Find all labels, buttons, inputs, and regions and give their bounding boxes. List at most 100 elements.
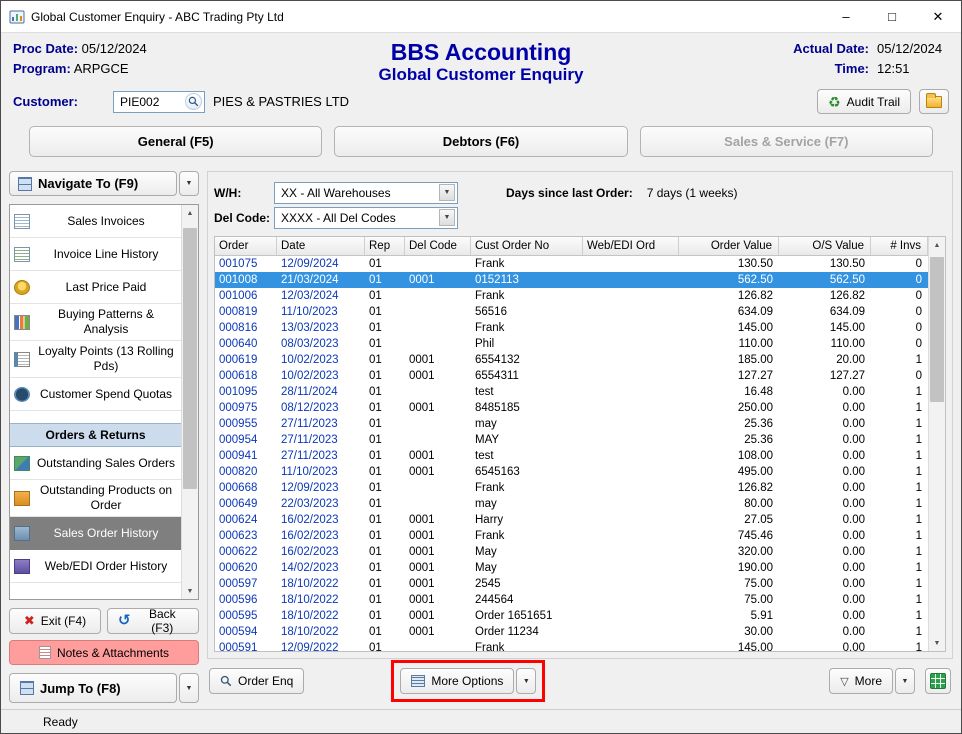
navigate-to-button[interactable]: Navigate To (F9) bbox=[9, 171, 177, 196]
column-header-del-code[interactable]: Del Code bbox=[405, 237, 471, 255]
column-header-order-value[interactable]: Order Value bbox=[679, 237, 779, 255]
table-row[interactable]: 00066812/09/202301Frank126.820.001 bbox=[215, 480, 928, 496]
table-row[interactable]: 00082011/10/20230100016545163495.000.001 bbox=[215, 464, 928, 480]
cell-invs: 0 bbox=[871, 336, 928, 352]
table-row[interactable]: 00095427/11/202301MAY25.360.001 bbox=[215, 432, 928, 448]
table-row[interactable]: 00094127/11/2023010001test108.000.001 bbox=[215, 448, 928, 464]
table-row[interactable]: 00059518/10/2022010001Order 16516515.910… bbox=[215, 608, 928, 624]
table-row[interactable]: 00059618/10/202201000124456475.000.001 bbox=[215, 592, 928, 608]
cell-cust-order-no: 0152113 bbox=[471, 272, 583, 288]
exit-button[interactable]: ✖ Exit (F4) bbox=[9, 608, 101, 634]
cell-invs: 0 bbox=[871, 256, 928, 272]
title-bar[interactable]: Global Customer Enquiry - ABC Trading Pt… bbox=[1, 1, 961, 33]
sidebar-item-loyalty-points-13-rolling-pds[interactable]: Loyalty Points (13 Rolling Pds) bbox=[10, 341, 181, 378]
cell-rep: 01 bbox=[365, 496, 405, 512]
close-button[interactable]: ✕ bbox=[915, 1, 961, 32]
table-row[interactable]: 00081613/03/202301Frank145.00145.000 bbox=[215, 320, 928, 336]
table-row[interactable]: 00100612/03/202401Frank126.82126.820 bbox=[215, 288, 928, 304]
table-row[interactable]: 00064922/03/202301may80.000.001 bbox=[215, 496, 928, 512]
table-row[interactable]: 00059718/10/2022010001254575.000.001 bbox=[215, 576, 928, 592]
page-title: Global Customer Enquiry bbox=[263, 65, 699, 85]
column-header-invs[interactable]: # Invs bbox=[871, 237, 928, 255]
sidebar-item-sales-order-history[interactable]: Sales Order History bbox=[10, 517, 181, 550]
table-row[interactable]: 00109528/11/202401test16.480.001 bbox=[215, 384, 928, 400]
table-row[interactable]: 00061910/02/20230100016554132185.0020.00… bbox=[215, 352, 928, 368]
sidebar-item-buying-patterns-analysis[interactable]: Buying Patterns & Analysis bbox=[10, 304, 181, 341]
table-row[interactable]: 00062416/02/2023010001Harry27.050.001 bbox=[215, 512, 928, 528]
table-row[interactable]: 00095527/11/202301may25.360.001 bbox=[215, 416, 928, 432]
more-dropdown[interactable]: ▼ bbox=[895, 668, 915, 694]
window-title: Global Customer Enquiry - ABC Trading Pt… bbox=[31, 10, 284, 24]
cell-invs: 0 bbox=[871, 368, 928, 384]
column-header-o-s-value[interactable]: O/S Value bbox=[779, 237, 871, 255]
scroll-down-icon[interactable]: ▼ bbox=[929, 635, 945, 651]
more-options-button[interactable]: More Options bbox=[400, 668, 514, 694]
sidebar-scroll-track[interactable] bbox=[182, 221, 198, 583]
cell-o-s-value: 127.27 bbox=[779, 368, 871, 384]
cell-rep: 01 bbox=[365, 608, 405, 624]
table-row[interactable]: 00097508/12/20230100018485185250.000.001 bbox=[215, 400, 928, 416]
column-header-rep[interactable]: Rep bbox=[365, 237, 405, 255]
tab-debtors[interactable]: Debtors (F6) bbox=[334, 126, 627, 157]
scroll-down-icon[interactable]: ▼ bbox=[182, 583, 198, 599]
column-header-web-edi-ord[interactable]: Web/EDI Ord bbox=[583, 237, 679, 255]
column-header-order[interactable]: Order bbox=[215, 237, 277, 255]
order-enq-button[interactable]: Order Enq bbox=[209, 668, 304, 694]
chevron-down-icon[interactable]: ▼ bbox=[439, 184, 455, 201]
export-button[interactable] bbox=[925, 668, 951, 694]
grid-scroll-thumb[interactable] bbox=[930, 257, 944, 402]
maximize-button[interactable]: □ bbox=[869, 1, 915, 32]
column-header-date[interactable]: Date bbox=[277, 237, 365, 255]
jump-to-dropdown[interactable]: ▼ bbox=[179, 673, 199, 703]
table-row[interactable]: 00062216/02/2023010001May320.000.001 bbox=[215, 544, 928, 560]
table-row[interactable]: 00062014/02/2023010001May190.000.001 bbox=[215, 560, 928, 576]
tab-general[interactable]: General (F5) bbox=[29, 126, 322, 157]
grid-scrollbar[interactable]: ▲ ▼ bbox=[928, 237, 945, 651]
cell-order: 000941 bbox=[215, 448, 277, 464]
notes-attachments-button[interactable]: Notes & Attachments bbox=[9, 640, 199, 665]
scroll-up-icon[interactable]: ▲ bbox=[929, 237, 945, 253]
documents-button[interactable] bbox=[919, 89, 949, 114]
customer-code-input[interactable]: PIE002 bbox=[113, 91, 205, 113]
sidebar-item-web-edi-order-history[interactable]: Web/EDI Order History bbox=[10, 550, 181, 583]
table-row[interactable]: 00062316/02/2023010001Frank745.460.001 bbox=[215, 528, 928, 544]
table-row[interactable]: 00081911/10/20230156516634.09634.090 bbox=[215, 304, 928, 320]
more-options-dropdown[interactable]: ▼ bbox=[516, 668, 536, 694]
sidebar-item-outstanding-products-on-order[interactable]: Outstanding Products on Order bbox=[10, 480, 181, 517]
sidebar-item-outstanding-sales-orders[interactable]: Outstanding Sales Orders bbox=[10, 447, 181, 480]
grid-body: 00107512/09/202401Frank130.50130.5000010… bbox=[215, 256, 928, 651]
del-code-select[interactable]: XXXX - All Del Codes ▼ bbox=[274, 207, 458, 229]
cell-del-code: 0001 bbox=[405, 400, 471, 416]
more-button[interactable]: ▽ More bbox=[829, 668, 893, 694]
cell-rep: 01 bbox=[365, 272, 405, 288]
sidebar-scrollbar[interactable]: ▲ ▼ bbox=[181, 205, 198, 599]
table-row[interactable]: 00100821/03/20240100010152113562.50562.5… bbox=[215, 272, 928, 288]
audit-trail-button[interactable]: ♻ Audit Trail bbox=[817, 89, 911, 114]
minimize-button[interactable]: – bbox=[823, 1, 869, 32]
sidebar-item-sales-invoices[interactable]: Sales Invoices bbox=[10, 205, 181, 238]
sidebar-item-customer-spend-quotas[interactable]: Customer Spend Quotas bbox=[10, 378, 181, 411]
cell-date: 27/11/2023 bbox=[277, 432, 365, 448]
tab-sales-service[interactable]: Sales & Service (F7) bbox=[640, 126, 933, 157]
navigate-to-dropdown[interactable]: ▼ bbox=[179, 171, 199, 196]
cell-invs: 1 bbox=[871, 480, 928, 496]
sidebar-scroll-thumb[interactable] bbox=[183, 228, 197, 489]
time-value: 12:51 bbox=[877, 59, 949, 79]
chevron-down-icon[interactable]: ▼ bbox=[439, 209, 455, 226]
warehouse-select[interactable]: XX - All Warehouses ▼ bbox=[274, 182, 458, 204]
sidebar-item-last-price-paid[interactable]: Last Price Paid bbox=[10, 271, 181, 304]
grid-scroll-track[interactable] bbox=[929, 253, 945, 635]
table-row[interactable]: 00107512/09/202401Frank130.50130.500 bbox=[215, 256, 928, 272]
table-row[interactable]: 00061810/02/20230100016554311127.27127.2… bbox=[215, 368, 928, 384]
table-row[interactable]: 00064008/03/202301Phil110.00110.000 bbox=[215, 336, 928, 352]
scroll-up-icon[interactable]: ▲ bbox=[182, 205, 198, 221]
sidebar-item-invoice-line-history[interactable]: Invoice Line History bbox=[10, 238, 181, 271]
cell-order-value: 75.00 bbox=[679, 592, 779, 608]
table-row[interactable]: 00059112/09/202201Frank145.000.001 bbox=[215, 640, 928, 651]
customer-lookup-button[interactable] bbox=[185, 93, 202, 110]
cell-order: 000954 bbox=[215, 432, 277, 448]
back-button[interactable]: ↺ Back (F3) bbox=[107, 608, 199, 634]
column-header-cust-order-no[interactable]: Cust Order No bbox=[471, 237, 583, 255]
table-row[interactable]: 00059418/10/2022010001Order 1123430.000.… bbox=[215, 624, 928, 640]
jump-to-button[interactable]: Jump To (F8) bbox=[9, 673, 177, 703]
